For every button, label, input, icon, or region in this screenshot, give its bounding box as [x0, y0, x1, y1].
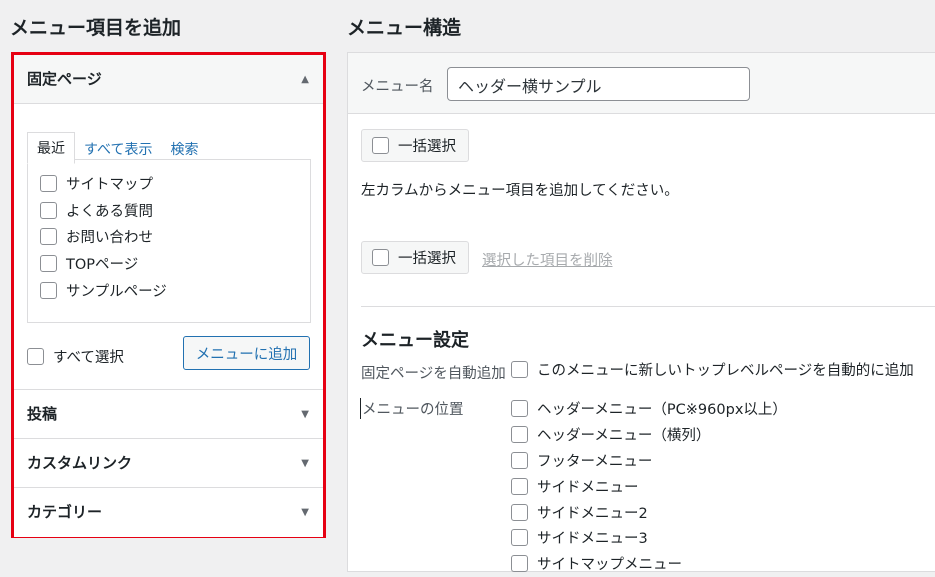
location-item[interactable]: フッターメニュー	[511, 448, 787, 474]
location-label: ヘッダーメニュー（横列）	[537, 428, 711, 445]
checkbox[interactable]	[40, 282, 57, 300]
page-item-label: TOPページ	[66, 257, 139, 274]
location-item[interactable]: ヘッダーメニュー（横列）	[511, 422, 787, 448]
checkbox[interactable]	[511, 400, 528, 418]
page-item-label: お問い合わせ	[66, 230, 153, 247]
select-all-label: すべて選択	[53, 349, 124, 366]
checkbox[interactable]	[511, 555, 528, 573]
accordion-pages-header[interactable]: 固定ページ ▲	[14, 55, 323, 104]
add-menu-items-panel: 固定ページ ▲ 最近 すべて表示 検索 サイトマップ よくある質問 お問い合わせ…	[11, 52, 326, 538]
location-label: サイドメニュー	[537, 479, 639, 496]
expand-arrow-icon[interactable]: ▼	[301, 439, 309, 488]
checkbox[interactable]	[511, 503, 528, 521]
accordion-posts-label: 投稿	[27, 405, 58, 423]
accordion-posts-header[interactable]: 投稿 ▼	[14, 390, 323, 439]
menu-location-list: ヘッダーメニュー（PC※960px以上） ヘッダーメニュー（横列） フッターメニ…	[511, 396, 787, 577]
location-item[interactable]: ヘッダーメニュー（PC※960px以上）	[511, 396, 787, 422]
auto-add-option-label: このメニューに新しいトップレベルページを自動的に追加	[537, 363, 914, 379]
checkbox[interactable]	[40, 201, 57, 219]
page-item[interactable]: TOPページ	[40, 250, 310, 277]
location-label: サイトマップメニュー	[537, 557, 682, 574]
checkbox[interactable]	[511, 426, 528, 444]
collapse-arrow-icon[interactable]: ▲	[301, 55, 309, 104]
page-item[interactable]: お問い合わせ	[40, 224, 310, 251]
location-label: サイドメニュー2	[537, 505, 648, 522]
location-item[interactable]: サイドメニュー	[511, 473, 787, 499]
expand-arrow-icon[interactable]: ▼	[301, 488, 309, 537]
accordion-categories-header[interactable]: カテゴリー ▼	[14, 488, 323, 537]
bulk-select-checkbox[interactable]	[372, 137, 389, 154]
location-item[interactable]: サイドメニュー3	[511, 525, 787, 551]
page-item[interactable]: サンプルページ	[40, 277, 310, 304]
location-label: サイドメニュー3	[537, 531, 648, 548]
checkbox[interactable]	[40, 255, 57, 273]
auto-add-label: 固定ページを自動追加	[361, 366, 506, 382]
location-item[interactable]: サイドメニュー2	[511, 499, 787, 525]
pages-list-panel: サイトマップ よくある質問 お問い合わせ TOPページ サンプルページ	[27, 159, 311, 323]
checkbox[interactable]	[511, 529, 528, 547]
add-menu-items-title: メニュー項目を追加	[10, 17, 182, 39]
accordion-pages-label: 固定ページ	[27, 70, 102, 88]
auto-add-checkbox[interactable]	[511, 361, 528, 378]
bulk-select-button[interactable]: 一括選択	[361, 129, 469, 162]
accordion-categories-label: カテゴリー	[27, 503, 103, 521]
location-label: ヘッダーメニュー（PC※960px以上）	[537, 402, 787, 419]
expand-arrow-icon[interactable]: ▼	[301, 390, 309, 439]
menu-name-label: メニュー名	[361, 79, 434, 95]
accordion-custom-links-header[interactable]: カスタムリンク ▼	[14, 439, 323, 488]
delete-selected-link[interactable]: 選択した項目を削除	[482, 249, 613, 270]
checkbox[interactable]	[40, 228, 57, 246]
bulk-select-label: 一括選択	[398, 251, 456, 267]
checkbox[interactable]	[40, 174, 57, 192]
location-item[interactable]: サイトマップメニュー	[511, 551, 787, 577]
page-item-label: サイトマップ	[66, 176, 153, 193]
tab-recent[interactable]: 最近	[27, 132, 75, 164]
menu-name-input[interactable]: ヘッダー横サンプル	[447, 67, 750, 101]
select-all[interactable]: すべて選択	[27, 343, 124, 370]
page-item-label: サンプルページ	[66, 284, 167, 301]
menu-header: メニュー名 ヘッダー横サンプル	[348, 53, 935, 114]
bulk-select-button[interactable]: 一括選択	[361, 241, 469, 274]
page-item[interactable]: サイトマップ	[40, 170, 310, 197]
checkbox[interactable]	[511, 477, 528, 495]
divider	[361, 306, 935, 307]
select-all-checkbox[interactable]	[27, 347, 44, 365]
menu-structure-title: メニュー構造	[347, 17, 462, 39]
page-item[interactable]: よくある質問	[40, 197, 310, 224]
checkbox[interactable]	[511, 451, 528, 469]
instruction-text: 左カラムからメニュー項目を追加してください。	[361, 183, 679, 199]
auto-add-option[interactable]: このメニューに新しいトップレベルページを自動的に追加	[511, 359, 914, 380]
menu-settings-title: メニュー設定	[361, 330, 469, 351]
accordion-custom-links-label: カスタムリンク	[27, 454, 133, 472]
bulk-select-checkbox[interactable]	[372, 249, 389, 266]
location-label: フッターメニュー	[537, 453, 653, 470]
add-to-menu-button[interactable]: メニューに追加	[183, 336, 310, 370]
menu-structure-panel: メニュー名 ヘッダー横サンプル 一括選択 左カラムからメニュー項目を追加してくだ…	[347, 52, 935, 573]
menu-location-label: メニューの位置	[360, 398, 464, 419]
page-item-label: よくある質問	[66, 203, 153, 220]
accordion-pages-body: 最近 すべて表示 検索 サイトマップ よくある質問 お問い合わせ TOPページ …	[14, 104, 323, 390]
bulk-select-label: 一括選択	[398, 139, 456, 155]
